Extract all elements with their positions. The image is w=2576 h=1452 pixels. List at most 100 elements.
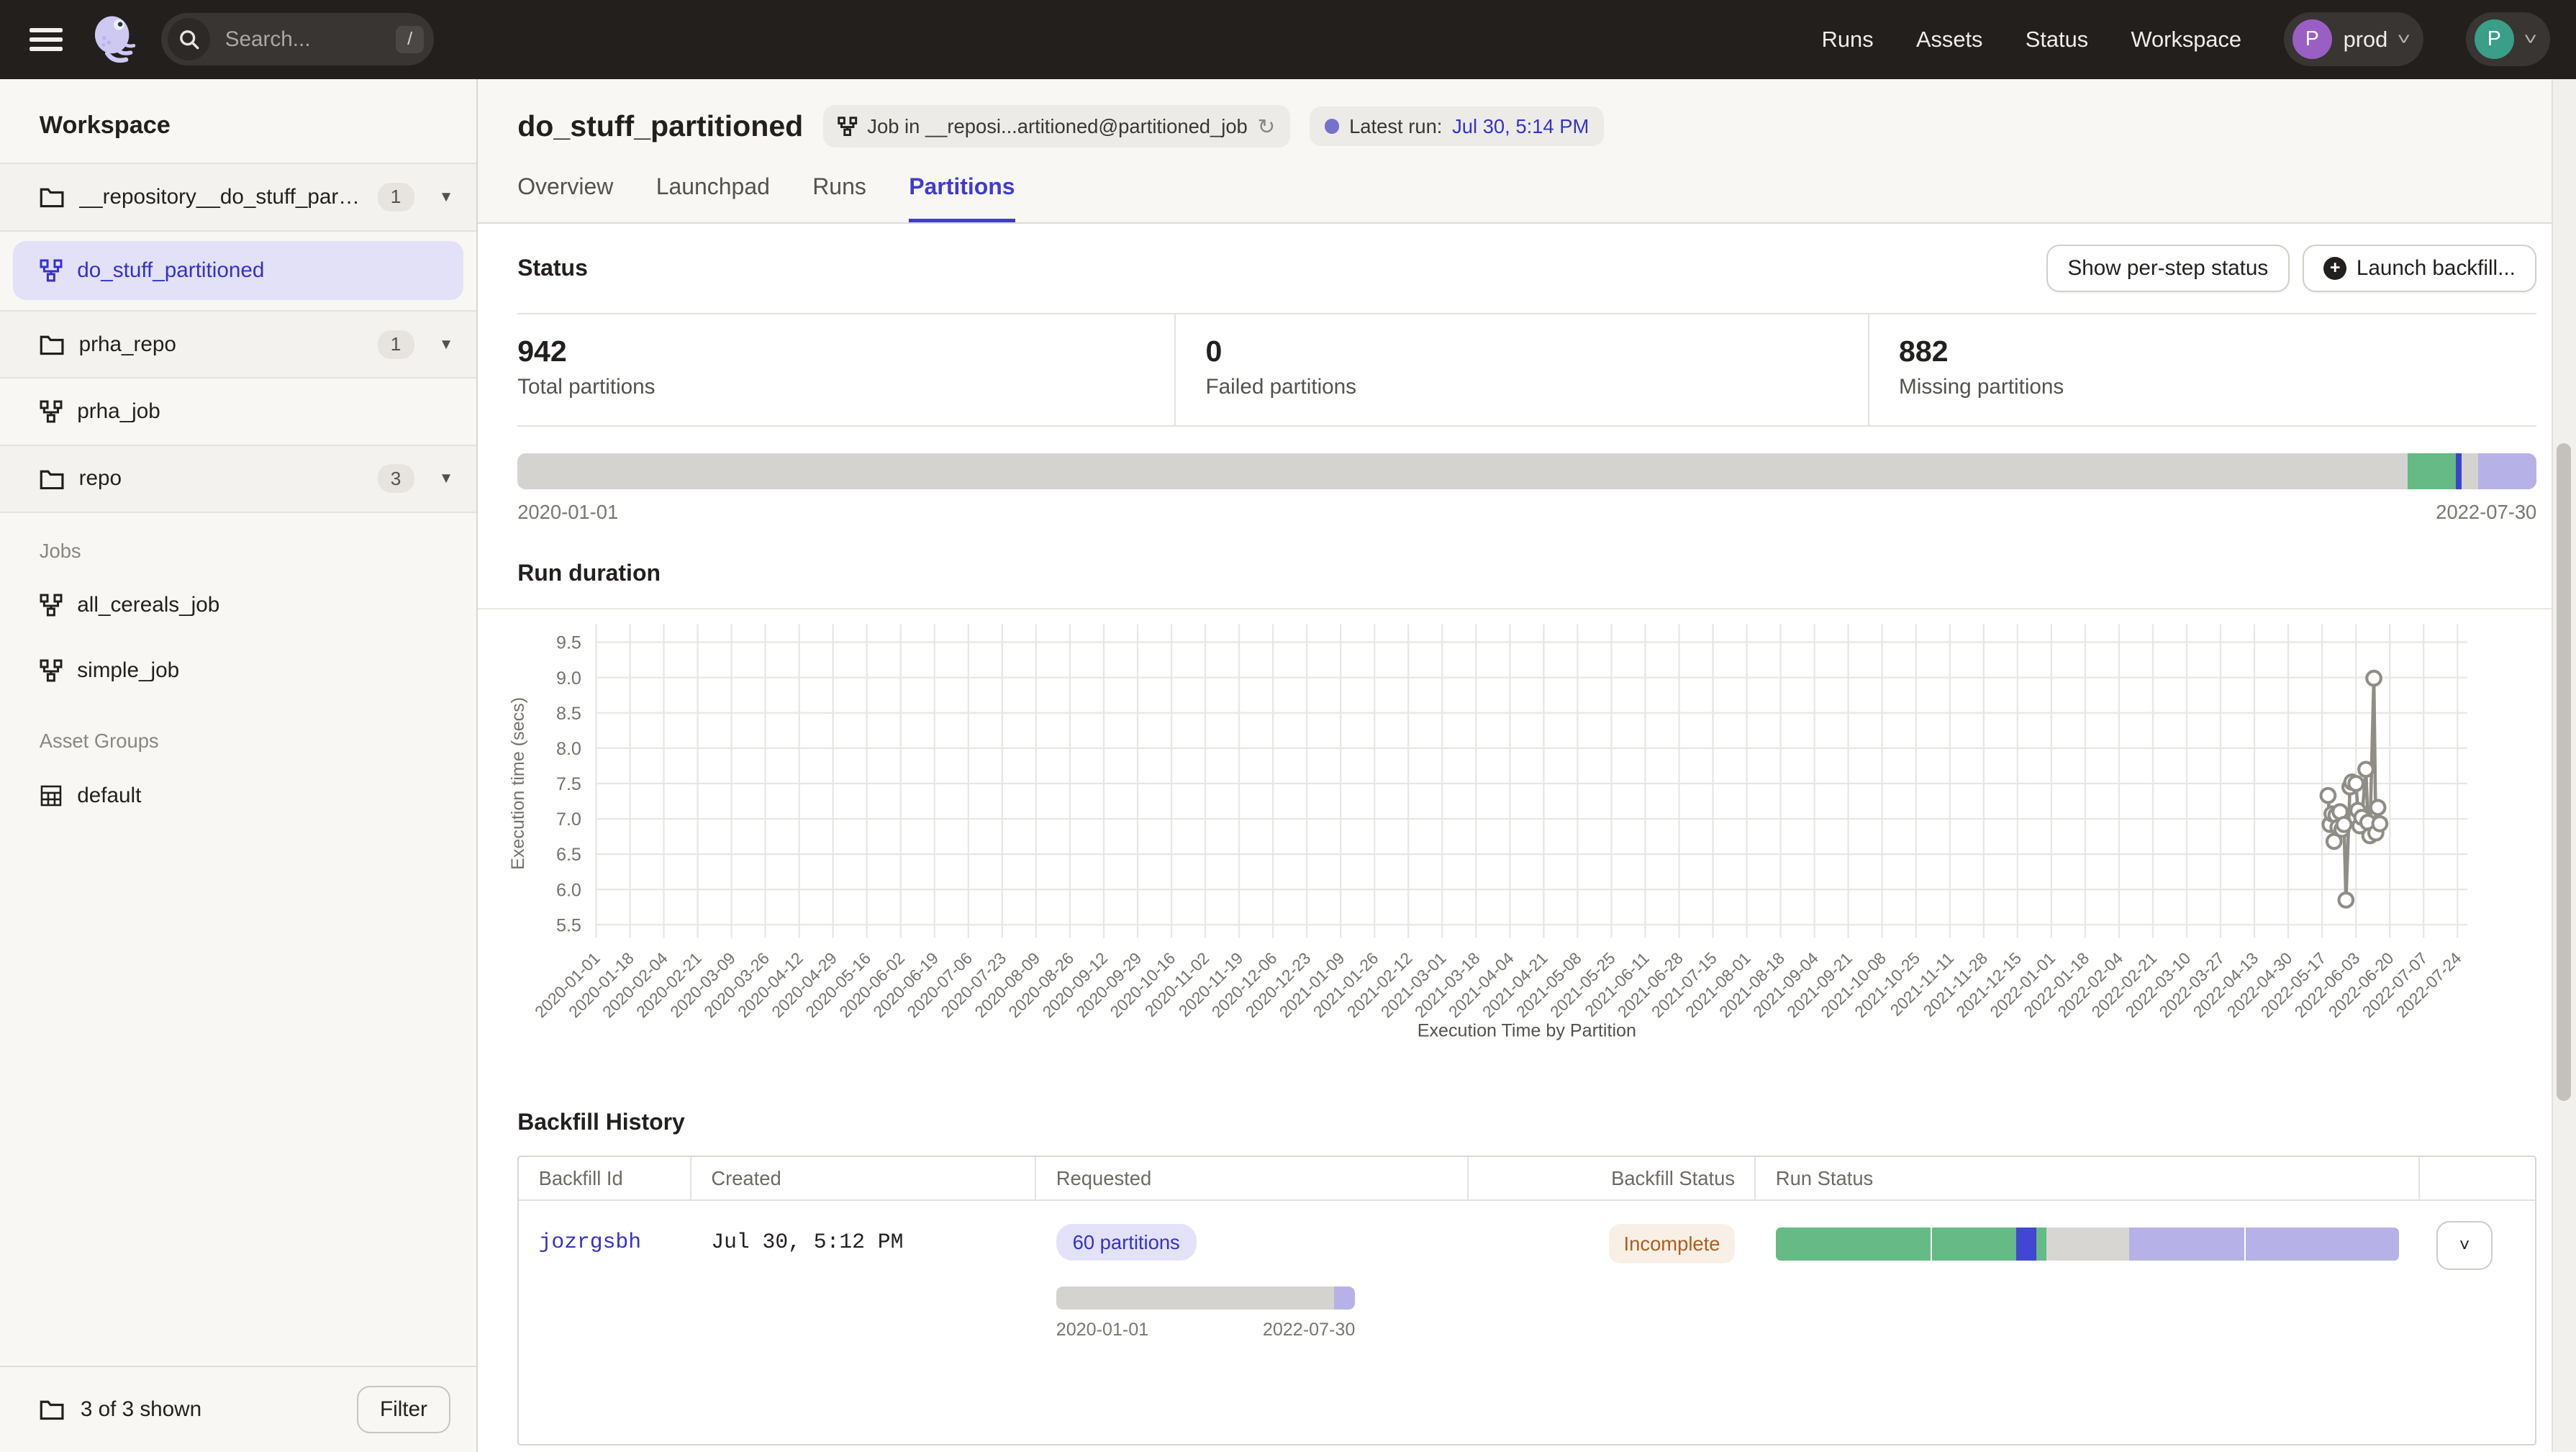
tab-overview[interactable]: Overview [517, 173, 613, 222]
tab-partitions[interactable]: Partitions [909, 173, 1015, 222]
nav-link-status[interactable]: Status [2026, 27, 2088, 53]
nav-link-runs[interactable]: Runs [1822, 27, 1874, 53]
folder-icon [40, 1399, 64, 1420]
run-status-bar[interactable] [1776, 1228, 2399, 1261]
filter-button[interactable]: Filter [357, 1386, 450, 1433]
latest-run-badge: Latest run: Jul 30, 5:14 PM [1310, 106, 1604, 146]
job-label: prha_job [77, 399, 456, 424]
bar-segment [2462, 453, 2477, 489]
search-shortcut-key: / [396, 26, 424, 53]
folder-icon [40, 186, 64, 208]
sidebar-item-simple-job[interactable]: simple_job [0, 638, 476, 704]
scrollbar-thumb[interactable] [2557, 443, 2572, 1100]
bar-segment [2129, 1228, 2246, 1261]
expand-row-button[interactable]: ˅ [2436, 1221, 2493, 1270]
refresh-icon[interactable]: ↻ [1257, 114, 1275, 140]
sidebar-repo-row[interactable]: prha_repo 1 ▼ [0, 310, 476, 378]
svg-text:5.5: 5.5 [556, 916, 581, 936]
vertical-scrollbar[interactable] [2552, 79, 2576, 1452]
button-label: Launch backfill... [2357, 256, 2516, 281]
status-section-header: Status Show per-step status + Launch bac… [478, 224, 2576, 314]
top-nav-links: Runs Assets Status Workspace P prod ˅ P … [1822, 12, 2576, 66]
job-label: do_stuff_partitioned [77, 258, 443, 283]
stat-value: 882 [1899, 335, 2536, 368]
stat-label: Missing partitions [1899, 375, 2536, 399]
deployment-label: prod [2344, 27, 2388, 53]
sidebar-item-prha-job[interactable]: prha_job [0, 378, 476, 444]
user-menu[interactable]: P ˅ [2466, 12, 2549, 66]
bar-segment [1776, 1228, 1932, 1261]
repo-label: prha_repo [79, 332, 363, 357]
show-per-step-status-button[interactable]: Show per-step status [2046, 245, 2290, 291]
requested-range-start: 2020-01-01 [1056, 1320, 1148, 1340]
global-search[interactable]: / [161, 13, 434, 65]
job-origin-badge[interactable]: Job in __reposi...artitioned@partitioned… [823, 105, 1290, 148]
run-duration-chart[interactable]: 9.59.08.58.07.57.06.56.05.5Execution tim… [501, 616, 2538, 1046]
svg-text:9.5: 9.5 [556, 633, 581, 653]
svg-text:7.5: 7.5 [556, 774, 581, 794]
requested-partitions-badge[interactable]: 60 partitions [1056, 1224, 1197, 1260]
tab-launchpad[interactable]: Launchpad [656, 173, 770, 222]
nav-link-workspace[interactable]: Workspace [2131, 27, 2242, 53]
bar-segment [2036, 1228, 2046, 1261]
status-heading: Status [517, 255, 588, 281]
backfill-id-link[interactable]: jozrgsbh [539, 1230, 641, 1254]
top-nav: / Runs Assets Status Workspace P prod ˅ … [0, 0, 2576, 79]
sidebar-item-default-asset-group[interactable]: default [0, 763, 476, 828]
dagster-logo-icon[interactable] [86, 12, 142, 68]
asset-group-label: default [77, 784, 456, 808]
partitions-content: Status Show per-step status + Launch bac… [478, 224, 2576, 1446]
stat-failed-partitions: 0 Failed partitions [1174, 314, 1868, 425]
hamburger-menu-icon[interactable] [30, 28, 63, 51]
stat-value: 942 [517, 335, 1174, 368]
repo-count-badge: 1 [378, 330, 414, 359]
partition-stats: 942 Total partitions 0 Failed partitions… [517, 313, 2536, 427]
plus-icon: + [2323, 257, 2346, 280]
job-label: all_cereals_job [77, 593, 456, 617]
sidebar-item-do-stuff-partitioned[interactable]: do_stuff_partitioned [13, 241, 463, 300]
partition-status-bar-block: 2020-01-01 2022-07-30 [478, 427, 2576, 524]
backfill-history-heading: Backfill History [517, 1109, 685, 1135]
folder-icon [40, 468, 64, 490]
bar-segment [517, 453, 2407, 489]
backfill-history-table: Backfill Id Created Requested Backfill S… [517, 1156, 2536, 1446]
svg-text:8.5: 8.5 [556, 704, 581, 724]
sidebar-item-all-cereals-job[interactable]: all_cereals_job [0, 572, 476, 637]
latest-run-time-link[interactable]: Jul 30, 5:14 PM [1452, 115, 1589, 138]
launch-backfill-button[interactable]: + Launch backfill... [2303, 245, 2536, 291]
col-header-backfill-status: Backfill Status [1469, 1157, 1756, 1199]
caret-down-icon[interactable]: ▼ [439, 336, 453, 353]
backfill-history-header: Backfill History [478, 1073, 2576, 1156]
nav-link-assets[interactable]: Assets [1916, 27, 1982, 53]
run-duration-heading: Run duration [517, 560, 661, 586]
caret-down-icon[interactable]: ▼ [439, 470, 453, 487]
tab-runs[interactable]: Runs [812, 173, 866, 222]
run-duration-header: Run duration [478, 524, 2576, 608]
deployment-switcher[interactable]: P prod ˅ [2284, 12, 2423, 66]
bar-segment [1932, 1228, 2017, 1261]
col-header-created: Created [691, 1157, 1036, 1199]
svg-text:8.0: 8.0 [556, 739, 581, 759]
repo-count-badge: 3 [378, 464, 414, 493]
sidebar-footer: 3 of 3 shown Filter [0, 1366, 476, 1452]
bar-segment [2408, 453, 2456, 489]
run-duration-chart-block: 9.59.08.58.07.57.06.56.05.5Execution tim… [478, 609, 2576, 1053]
deployment-avatar: P [2292, 19, 2332, 59]
caret-down-icon[interactable]: ▼ [439, 189, 453, 206]
chevron-down-icon: ˅ [2398, 30, 2411, 49]
chevron-down-icon: ˅ [2523, 30, 2537, 49]
page-title: do_stuff_partitioned [517, 109, 803, 143]
sidebar-repo-row[interactable]: __repository__do_stuff_partitio... 1 ▼ [0, 163, 476, 231]
asset-group-icon [40, 784, 63, 807]
stat-missing-partitions: 882 Missing partitions [1868, 314, 2536, 425]
partition-status-bar[interactable] [517, 453, 2536, 489]
repo-label: repo [79, 466, 363, 491]
run-status-cell [1756, 1201, 2420, 1444]
svg-text:6.0: 6.0 [556, 881, 581, 901]
workspace-sidebar: Workspace __repository__do_stuff_partiti… [0, 79, 478, 1452]
requested-range-bar [1056, 1287, 1356, 1310]
sidebar-repo-row[interactable]: repo 3 ▼ [0, 445, 476, 513]
backfill-status-badge: Incomplete [1609, 1224, 1735, 1263]
bar-segment [2456, 453, 2462, 489]
search-input[interactable] [222, 26, 389, 54]
